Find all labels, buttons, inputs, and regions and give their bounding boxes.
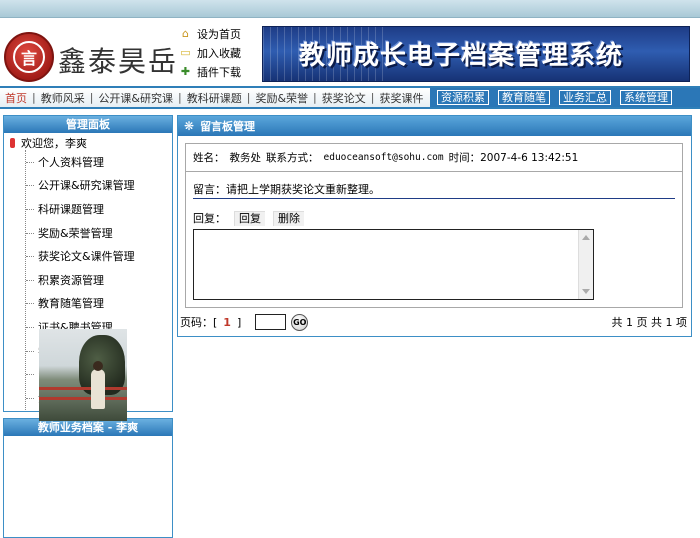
- pager-open-bracket: [: [213, 315, 218, 329]
- plugin-download-link[interactable]: ✚ 插件下载: [178, 62, 258, 81]
- nav-link-home[interactable]: 首页: [5, 90, 27, 106]
- add-favorite-label: 加入收藏: [197, 46, 241, 60]
- essays-button[interactable]: 教育随笔: [498, 90, 550, 105]
- nav-link-papers[interactable]: 获奖论文: [322, 90, 366, 106]
- nav-link-awards[interactable]: 奖励&荣誉: [255, 90, 308, 106]
- reply-row: 回复： 回复 删除: [193, 210, 304, 226]
- menu-item-open-class[interactable]: 公开课&研究课管理: [26, 174, 172, 198]
- quick-links: ⌂ 设为首页 ▭ 加入收藏 ✚ 插件下载: [178, 24, 258, 81]
- pager-summary: 共 1 页 共 1 项: [611, 316, 687, 329]
- go-button[interactable]: GO: [291, 313, 309, 331]
- pager-label: 页码：: [180, 316, 213, 329]
- sender-email: eduoceansoft@sohu.com: [323, 152, 444, 163]
- admin-panel-title: 管理面板: [4, 116, 172, 133]
- menu-item-resources[interactable]: 积累资源管理: [26, 268, 172, 292]
- menu-item-profile[interactable]: 个人资料管理: [26, 150, 172, 174]
- snowflake-icon: ❋: [184, 119, 195, 133]
- scroll-up-icon[interactable]: [582, 235, 590, 240]
- nav-link-open-class[interactable]: 公开课&研究课: [98, 90, 173, 106]
- home-icon: ⌂: [182, 27, 189, 40]
- message-card: 姓名： 教务处 联系方式： eduoceansoft@sohu.com 时间： …: [185, 143, 683, 308]
- menu-item-essays[interactable]: 教育随笔管理: [26, 292, 172, 316]
- summary-button[interactable]: 业务汇总: [559, 90, 611, 105]
- scroll-down-icon[interactable]: [582, 289, 590, 294]
- pager: 页码： [ 1 ] GO 共 1 页 共 1 项: [178, 313, 691, 331]
- resources-button[interactable]: 资源积累: [437, 90, 489, 105]
- folder-icon: ▭: [180, 46, 191, 59]
- page-number-input[interactable]: [255, 314, 287, 330]
- logo-text: 鑫泰昊岳: [58, 45, 179, 78]
- add-favorite-link[interactable]: ▭ 加入收藏: [178, 43, 258, 62]
- header: 言 鑫泰昊岳 ⌂ 设为首页 ▭ 加入收藏 ✚ 插件下载 教师成长电子档案管理系统: [0, 18, 700, 84]
- guestbook-title-bar: ❋ 留言板管理: [178, 116, 691, 136]
- user-marker-icon: [10, 137, 15, 148]
- menu-item-awards[interactable]: 奖励&荣誉管理: [26, 221, 172, 245]
- guestbook-title: 留言板管理: [200, 120, 256, 133]
- logo-seal-char: 言: [13, 41, 45, 73]
- reply-scrollbar[interactable]: [578, 230, 593, 299]
- set-homepage-link[interactable]: ⌂ 设为首页: [178, 24, 258, 43]
- profile-panel-title: 教师业务档案 - 李爽: [4, 419, 172, 436]
- welcome-label: 欢迎您，李爽: [21, 136, 87, 150]
- menu-item-papers[interactable]: 获奖论文&课件管理: [26, 244, 172, 268]
- logo-seal-icon: 言: [4, 32, 54, 82]
- reply-button[interactable]: 回复: [234, 210, 265, 226]
- set-homepage-label: 设为首页: [197, 27, 241, 41]
- nav-link-research[interactable]: 教科研课题: [187, 90, 242, 106]
- plugin-download-label: 插件下载: [197, 65, 241, 79]
- top-strip: [0, 0, 700, 18]
- nav-bar: 首页 | 教师风采 | 公开课&研究课 | 教科研课题 | 奖励&荣誉 | 获奖…: [0, 86, 700, 109]
- nav-link-teacher-style[interactable]: 教师风采: [41, 90, 85, 106]
- page-number-link[interactable]: 1: [223, 316, 231, 329]
- system-admin-button[interactable]: 系统管理: [620, 90, 672, 105]
- plugin-icon: ✚: [180, 65, 191, 78]
- message-info-row: 姓名： 教务处 联系方式： eduoceansoft@sohu.com 时间： …: [186, 144, 682, 172]
- contact-label: 联系方式：: [266, 152, 319, 164]
- menu-item-research[interactable]: 科研课题管理: [26, 197, 172, 221]
- nav-buttons: 资源积累 教育随笔 业务汇总 系统管理: [430, 88, 700, 107]
- teacher-photo: [39, 329, 127, 421]
- sender-name: 教务处: [229, 152, 262, 164]
- message-divider: [193, 198, 675, 199]
- delete-button[interactable]: 删除: [273, 210, 304, 226]
- banner-title: 教师成长电子档案管理系统: [299, 41, 624, 71]
- name-label: 姓名：: [193, 152, 225, 164]
- message-content-area: 留言：请把上学期获奖论文重新整理。 回复： 回复 删除: [186, 176, 682, 307]
- nav-links: 首页 | 教师风采 | 公开课&研究课 | 教科研课题 | 奖励&荣誉 | 获奖…: [5, 90, 424, 106]
- profile-panel: 教师业务档案 - 李爽: [3, 418, 173, 538]
- message-time: 2007-4-6 13:42:51: [480, 151, 579, 164]
- reply-textarea[interactable]: [193, 229, 594, 300]
- banner: 教师成长电子档案管理系统: [262, 26, 690, 82]
- time-label: 时间：: [448, 152, 481, 164]
- reply-label: 回复：: [193, 212, 226, 225]
- sidebar: 管理面板 欢迎您，李爽 个人资料管理 公开课&研究课管理 科研课题管理 奖励&荣…: [3, 115, 173, 538]
- nav-link-courseware[interactable]: 获奖课件: [379, 90, 423, 106]
- guestbook-panel: ❋ 留言板管理 姓名： 教务处 联系方式： eduoceansoft@sohu.…: [177, 115, 692, 337]
- message-text: 留言：请把上学期获奖论文重新整理。: [193, 183, 380, 196]
- welcome-text: 欢迎您，李爽: [4, 135, 172, 150]
- pager-close-bracket: ]: [236, 315, 242, 329]
